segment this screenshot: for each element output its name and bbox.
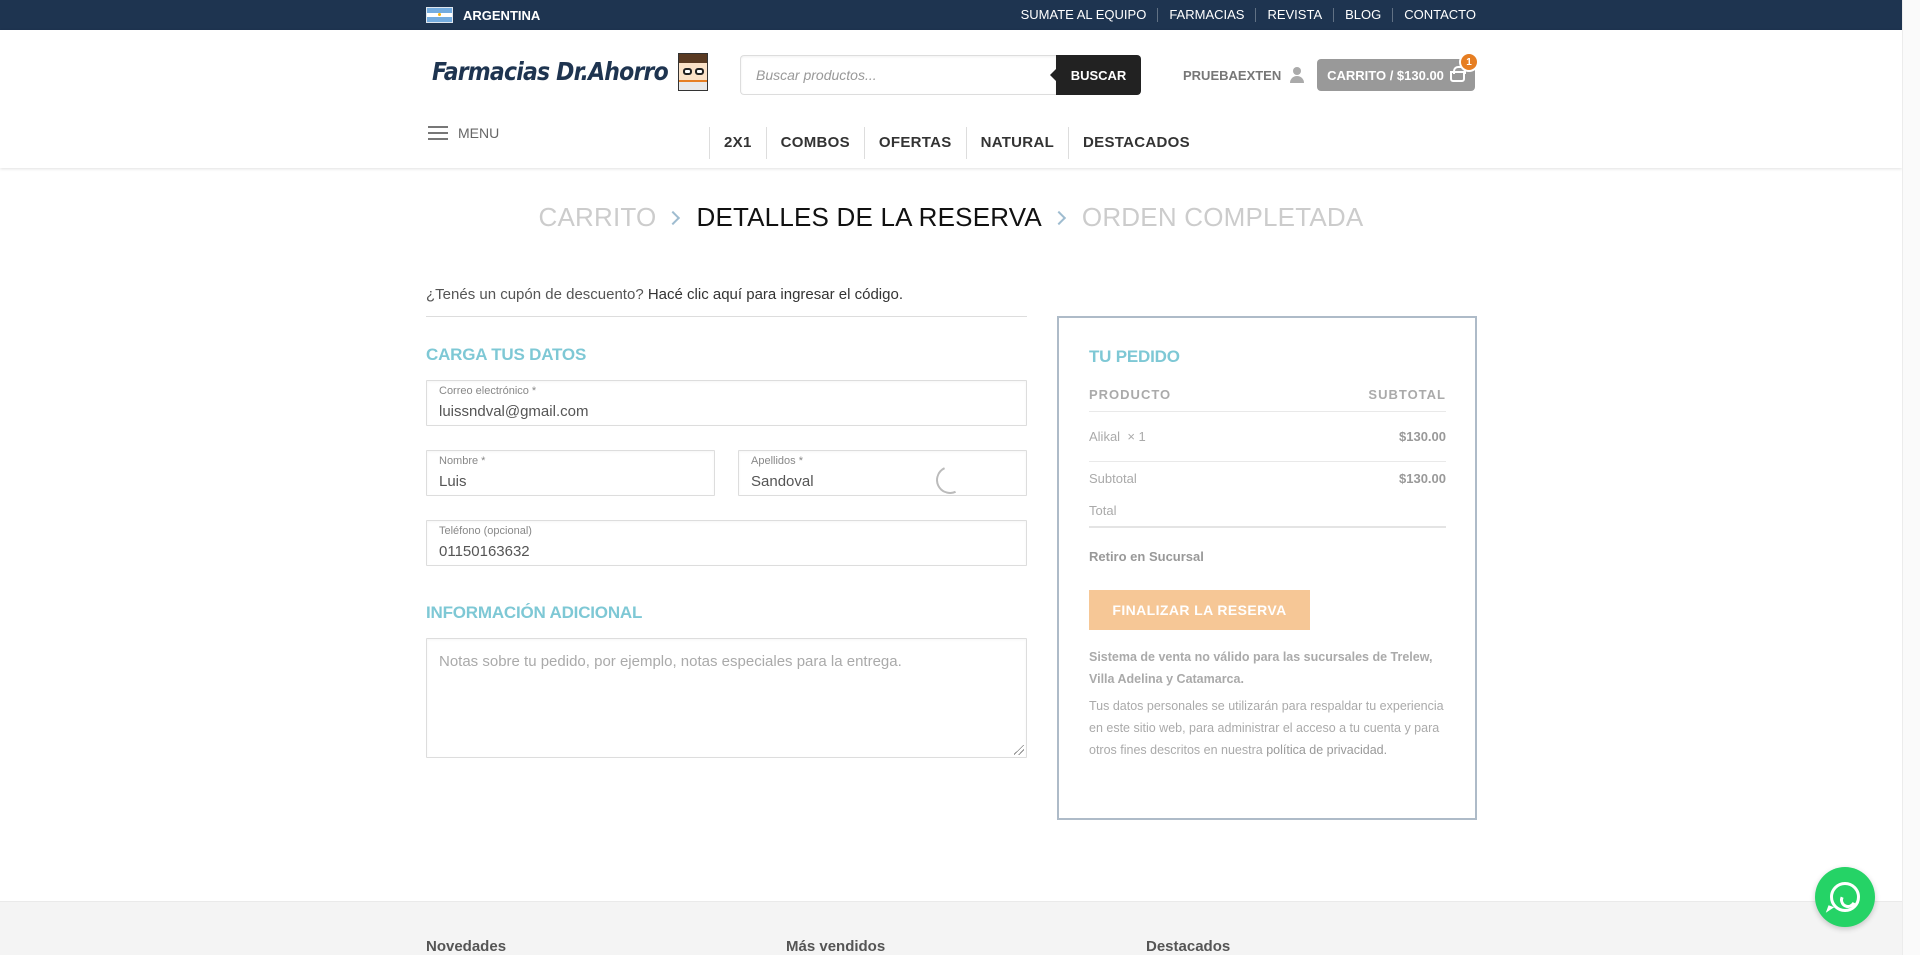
divider <box>1089 411 1446 412</box>
category-ofertas[interactable]: OFERTAS <box>863 127 966 159</box>
first-name-label: Nombre * <box>439 455 486 467</box>
branch-notice: Sistema de venta no válido para las sucu… <box>1089 650 1433 686</box>
order-item-name: Alikal <box>1089 429 1121 444</box>
subtotal-label: Subtotal <box>1089 471 1137 486</box>
topnav-blog[interactable]: BLOG <box>1333 8 1392 22</box>
menu-label: MENU <box>458 125 500 141</box>
order-notes-input[interactable] <box>427 639 1026 757</box>
last-name-input[interactable] <box>739 467 1026 495</box>
email-input[interactable] <box>427 397 1026 425</box>
privacy-notice: Tus datos personales se utilizarán para … <box>1089 695 1449 761</box>
search-input[interactable] <box>740 55 1056 95</box>
footer-heading-novedades: Novedades <box>426 938 507 955</box>
finalize-reservation-button[interactable]: FINALIZAR LA RESERVA <box>1089 590 1310 630</box>
order-item-qty: × 1 <box>1127 429 1146 444</box>
email-field[interactable]: Correo electrónico * <box>426 380 1027 426</box>
scrollbar[interactable] <box>1902 0 1920 955</box>
site-footer: Novedades Más vendidos Destacados <box>0 901 1902 955</box>
category-nav: 2X1 COMBOS OFERTAS NATURAL DESTACADOS <box>709 127 1204 159</box>
topnav-contacto[interactable]: CONTACTO <box>1392 8 1476 22</box>
search-button[interactable]: BUSCAR <box>1050 55 1141 95</box>
additional-info-title: INFORMACIÓN ADICIONAL <box>426 603 643 622</box>
divider <box>426 316 1027 317</box>
total-row: Total <box>1089 503 1446 518</box>
resize-handle-icon[interactable] <box>1014 745 1024 755</box>
subtotal-row: Subtotal $130.00 <box>1089 471 1446 486</box>
billing-title: CARGA TUS DATOS <box>426 345 587 364</box>
total-label: Total <box>1089 503 1117 518</box>
checkout-steps: CARRITO DETALLES DE LA RESERVA ORDEN COM… <box>0 202 1902 233</box>
category-natural[interactable]: NATURAL <box>965 127 1068 159</box>
cart-count-badge: 1 <box>1461 54 1477 70</box>
menu-toggle[interactable]: MENU <box>428 125 499 141</box>
divider <box>1089 526 1446 528</box>
cart-button[interactable]: CARRITO / $130.00 <box>1317 59 1475 91</box>
logo-text: Farmacias Dr.Ahorro <box>432 57 669 87</box>
footer-heading-mas-vendidos: Más vendidos <box>786 938 886 955</box>
last-name-field[interactable]: Apellidos * <box>738 450 1027 496</box>
coupon-question: ¿Tenés un cupón de descuento? <box>426 286 644 303</box>
country-label: ARGENTINA <box>463 7 541 23</box>
country-selector[interactable]: ARGENTINA <box>426 0 540 30</box>
whatsapp-button[interactable] <box>1815 867 1875 927</box>
email-label: Correo electrónico * <box>439 385 537 397</box>
step-completed: ORDEN COMPLETADA <box>1081 202 1364 232</box>
site-logo[interactable]: Farmacias Dr.Ahorro <box>432 52 708 92</box>
order-summary: TU PEDIDO PRODUCTO SUBTOTAL Alikal × 1 $… <box>1057 316 1477 820</box>
order-notes-field[interactable] <box>426 638 1027 758</box>
site-header: Farmacias Dr.Ahorro BUSCAR PRUEBAEXTEN C… <box>0 30 1902 168</box>
category-destacados[interactable]: DESTACADOS <box>1068 127 1204 159</box>
cart-label: CARRITO / $130.00 <box>1327 67 1444 83</box>
col-product: PRODUCTO <box>1089 387 1172 402</box>
chevron-right-icon <box>1051 210 1066 225</box>
order-item-row: Alikal × 1 $130.00 <box>1089 429 1446 444</box>
doctor-mascot-icon <box>677 53 708 91</box>
topnav-revista[interactable]: REVISTA <box>1255 8 1333 22</box>
argentina-flag-icon <box>426 7 453 23</box>
order-title: TU PEDIDO <box>1089 347 1180 366</box>
account-link[interactable]: PRUEBAEXTEN <box>1183 67 1305 83</box>
account-name: PRUEBAEXTEN <box>1183 67 1282 83</box>
top-nav: SUMATE AL EQUIPO FARMACIAS REVISTA BLOG … <box>1010 0 1476 30</box>
category-2x1[interactable]: 2X1 <box>709 127 766 159</box>
chevron-right-icon <box>666 210 681 225</box>
subtotal-value: $130.00 <box>1399 471 1446 486</box>
first-name-field[interactable]: Nombre * <box>426 450 715 496</box>
whatsapp-icon <box>1830 882 1860 912</box>
topnav-sumate[interactable]: SUMATE AL EQUIPO <box>1010 8 1158 22</box>
user-icon <box>1289 67 1305 83</box>
phone-input[interactable] <box>427 537 1026 565</box>
first-name-input[interactable] <box>427 467 714 495</box>
coupon-link[interactable]: Hacé clic aquí para ingresar el código. <box>648 286 903 303</box>
category-combos[interactable]: COMBOS <box>765 127 864 159</box>
top-bar: ARGENTINA SUMATE AL EQUIPO FARMACIAS REV… <box>0 0 1902 30</box>
order-item: Alikal × 1 <box>1089 429 1146 444</box>
order-item-price: $130.00 <box>1399 429 1446 444</box>
topnav-farmacias[interactable]: FARMACIAS <box>1157 8 1255 22</box>
shipping-method: Retiro en Sucursal <box>1089 549 1204 564</box>
footer-heading-destacados: Destacados <box>1146 938 1231 955</box>
step-details: DETALLES DE LA RESERVA <box>696 202 1042 232</box>
hamburger-icon <box>428 126 448 140</box>
col-subtotal: SUBTOTAL <box>1368 387 1446 402</box>
last-name-label: Apellidos * <box>751 455 803 467</box>
basket-icon <box>1449 66 1466 82</box>
privacy-policy-link[interactable]: política de privacidad. <box>1266 743 1387 757</box>
divider <box>1089 461 1446 462</box>
step-cart[interactable]: CARRITO <box>539 202 657 233</box>
phone-field[interactable]: Teléfono (opcional) <box>426 520 1027 566</box>
order-table-header: PRODUCTO SUBTOTAL <box>1089 387 1446 402</box>
search-form: BUSCAR <box>740 55 1141 95</box>
coupon-notice: ¿Tenés un cupón de descuento? Hacé clic … <box>426 286 903 303</box>
phone-label: Teléfono (opcional) <box>439 525 532 537</box>
